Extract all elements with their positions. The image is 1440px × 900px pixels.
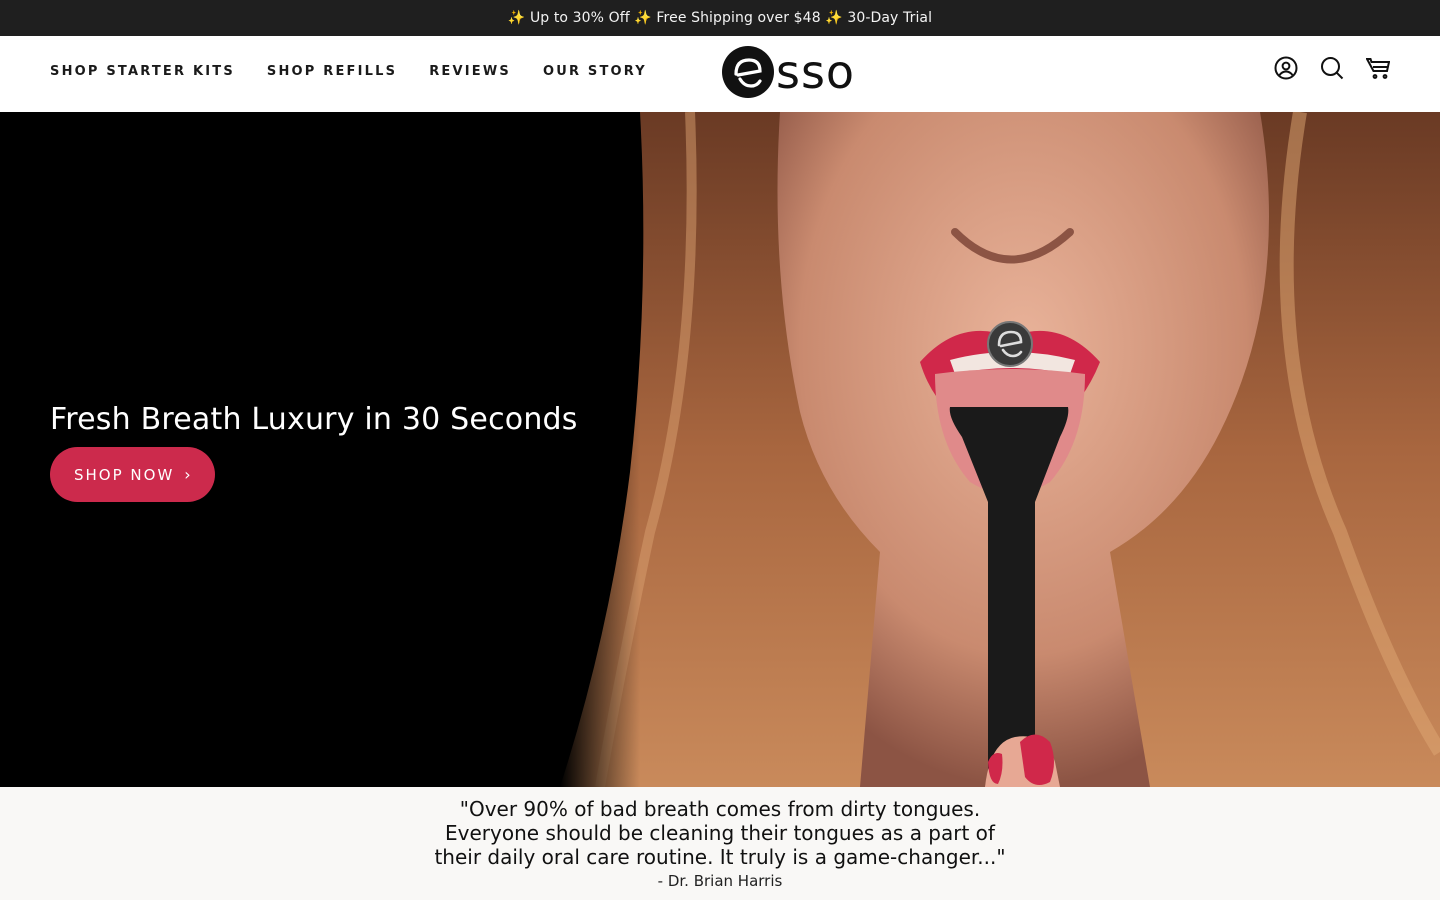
quote-text: "Over 90% of bad breath comes from dirty… <box>434 797 1006 869</box>
nav-shop-starter-kits[interactable]: SHOP STARTER KITS <box>50 64 235 79</box>
nav-shop-refills[interactable]: SHOP REFILLS <box>267 64 397 79</box>
nav-our-story[interactable]: OUR STORY <box>543 64 647 79</box>
logo-text: sso <box>776 45 856 99</box>
main-nav: SHOP STARTER KITS SHOP REFILLS REVIEWS O… <box>50 64 647 79</box>
site-header: SHOP STARTER KITS SHOP REFILLS REVIEWS O… <box>0 36 1440 112</box>
announcement-bar: ✨ Up to 30% Off ✨ Free Shipping over $48… <box>0 0 1440 36</box>
quote-author: - Dr. Brian Harris <box>657 872 783 890</box>
site-logo[interactable]: sso <box>722 44 855 100</box>
testimonial-quote: "Over 90% of bad breath comes from dirty… <box>0 787 1440 900</box>
hero-copy: Fresh Breath Luxury in 30 Seconds SHOP N… <box>50 402 578 502</box>
hero-title: Fresh Breath Luxury in 30 Seconds <box>50 402 578 437</box>
cart-icon[interactable] <box>1366 56 1390 80</box>
shop-now-label: SHOP NOW <box>74 465 175 484</box>
shop-now-button[interactable]: SHOP NOW › <box>50 447 215 502</box>
esso-logo-mark-icon <box>722 46 774 98</box>
account-icon[interactable] <box>1274 56 1298 80</box>
chevron-right-icon: › <box>184 465 191 484</box>
announcement-text: ✨ Up to 30% Off ✨ Free Shipping over $48… <box>507 10 933 26</box>
hero-banner: Fresh Breath Luxury in 30 Seconds SHOP N… <box>0 112 1440 787</box>
nav-reviews[interactable]: REVIEWS <box>429 64 511 79</box>
header-actions <box>1274 56 1390 80</box>
search-icon[interactable] <box>1320 56 1344 80</box>
